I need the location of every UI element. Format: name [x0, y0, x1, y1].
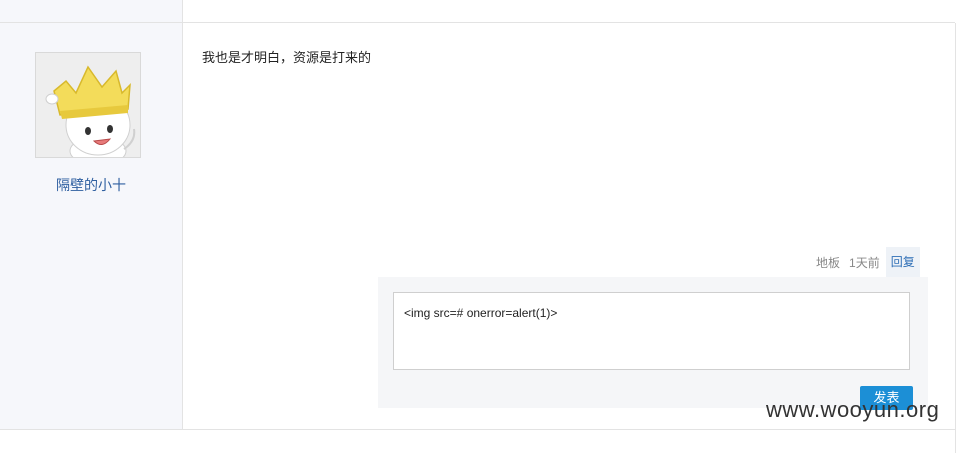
floor-label: 地板 [816, 255, 841, 270]
forum-thread-page: 隔壁的小十 我也是才明白，资源是打来的 地板 1天前 回复 <img src=#… [0, 0, 972, 453]
post-content: 我也是才明白，资源是打来的 [202, 50, 372, 65]
right-border [955, 23, 956, 453]
reply-textarea[interactable]: <img src=# onerror=alert(1)> [393, 292, 910, 370]
avatar[interactable] [35, 52, 141, 158]
reply-panel: <img src=# onerror=alert(1)> 发表 [378, 277, 928, 410]
forum-post: 隔壁的小十 我也是才明白，资源是打来的 地板 1天前 回复 <img src=#… [0, 23, 956, 453]
previous-post-strip [0, 0, 955, 23]
reply-link[interactable]: 回复 [885, 247, 920, 277]
bottom-divider [0, 429, 955, 430]
previous-post-author-column [0, 0, 183, 22]
author-name-link[interactable]: 隔壁的小十 [0, 175, 182, 195]
post-time: 1天前 [849, 255, 880, 270]
author-column: 隔壁的小十 [0, 23, 183, 430]
crown-character-avatar-icon [36, 53, 140, 157]
watermark: www.wooyun.org [766, 397, 940, 422]
post-meta-bar: 地板 1天前 回复 [816, 247, 920, 277]
